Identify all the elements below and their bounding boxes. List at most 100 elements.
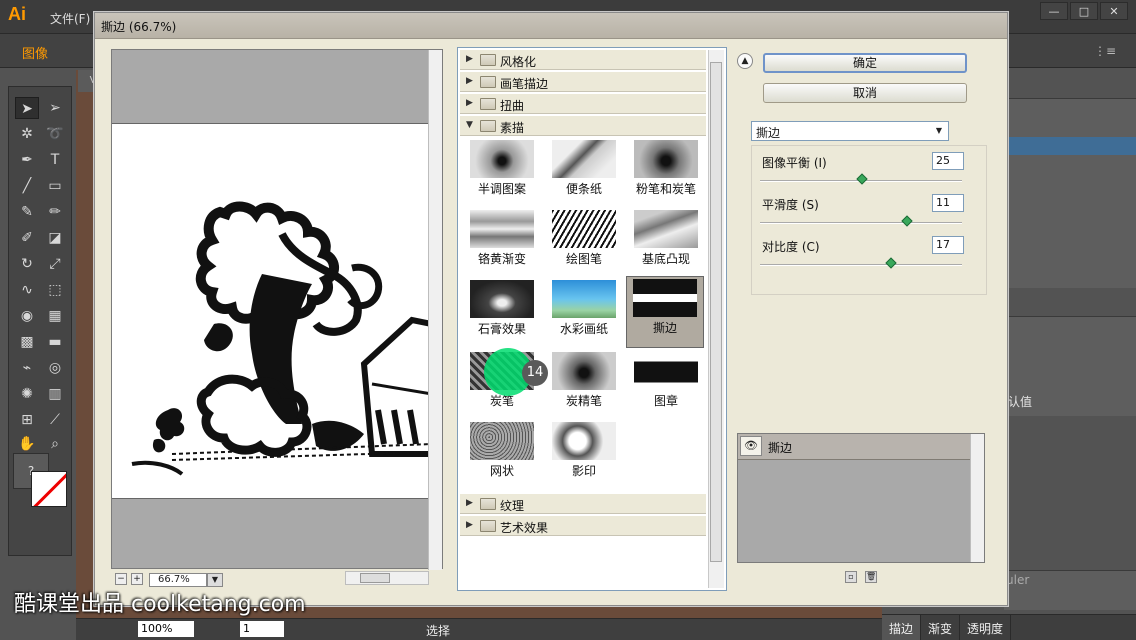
selection-tool-icon[interactable]: ➤ <box>15 97 39 119</box>
slice-tool-icon[interactable]: ⟋ <box>43 409 67 431</box>
scroll-thumb[interactable] <box>360 573 390 583</box>
filter-label: 网状 <box>489 464 514 478</box>
param-contrast-input[interactable]: 17 <box>932 236 964 254</box>
zoom-tool-icon[interactable]: ⌕ <box>43 433 67 455</box>
zoom-out-button[interactable]: − <box>115 573 127 585</box>
mesh-tool-icon[interactable]: ▩ <box>15 331 39 353</box>
rotate-tool-icon[interactable]: ↻ <box>15 253 39 275</box>
slider-knob[interactable] <box>856 173 868 185</box>
eyedropper-icon[interactable]: ⌁ <box>15 357 39 379</box>
gradient-tool-icon[interactable]: ▬ <box>43 331 67 353</box>
filter-label: 图章 <box>653 394 678 408</box>
symbol-sprayer-icon[interactable]: ✺ <box>15 383 39 405</box>
preview-vertical-scrollbar[interactable] <box>428 50 442 570</box>
zoom-in-button[interactable]: + <box>131 573 143 585</box>
delete-effect-layer-icon[interactable]: 🗑 <box>865 571 877 583</box>
filter-photocopy[interactable]: 影印 <box>546 420 618 486</box>
direct-selection-tool-icon[interactable]: ➢ <box>43 97 67 119</box>
zoom-dropdown-icon[interactable]: ▼ <box>207 573 223 587</box>
category-stylize[interactable]: ▶ 风格化 <box>460 50 706 70</box>
line-tool-icon[interactable]: ╱ <box>15 175 39 197</box>
control-bar-menu-icon[interactable]: ⋮≡ <box>1094 44 1116 58</box>
gallery-scrollbar[interactable] <box>708 50 724 588</box>
filter-conte-crayon[interactable]: 炭精笔 <box>546 350 618 416</box>
cancel-button[interactable]: 取消 <box>763 83 967 103</box>
filter-select-value: 撕边 <box>756 126 781 140</box>
pencil-icon[interactable]: ✏ <box>43 201 67 223</box>
category-label: 艺术效果 <box>500 521 549 535</box>
category-artistic[interactable]: ▶ 艺术效果 <box>460 516 706 536</box>
filter-thumbnail <box>552 422 616 460</box>
close-button[interactable]: ✕ <box>1100 2 1128 20</box>
param-smoothness-input[interactable]: 11 <box>932 194 964 212</box>
blob-brush-icon[interactable]: ✐ <box>15 227 39 249</box>
preview-image[interactable] <box>112 123 432 499</box>
type-tool-icon[interactable]: T <box>43 149 67 171</box>
new-effect-layer-icon[interactable]: ▫ <box>845 571 857 583</box>
category-texture[interactable]: ▶ 纹理 <box>460 494 706 514</box>
filter-select[interactable]: 撕边 ▼ <box>751 121 949 141</box>
filter-reticulation[interactable]: 网状 <box>464 420 536 486</box>
tab-stroke[interactable]: 描边 <box>882 615 922 640</box>
shape-builder-icon[interactable]: ◉ <box>15 305 39 327</box>
layers-scrollbar[interactable] <box>970 434 984 562</box>
filter-chalk-charcoal[interactable]: 粉笔和炭笔 <box>628 138 700 204</box>
panel-text-default: 认值 <box>1008 395 1033 409</box>
preview-horizontal-scrollbar[interactable] <box>345 571 429 585</box>
status-zoom-field[interactable]: 100% <box>138 621 194 637</box>
filter-halftone[interactable]: 半调图案 <box>464 138 536 204</box>
preview-pane[interactable] <box>111 49 443 570</box>
minimize-button[interactable]: — <box>1040 2 1068 20</box>
dialog-titlebar[interactable]: 撕边 (66.7%) <box>95 13 1007 39</box>
filter-graphic-pen[interactable]: 绘图笔 <box>546 208 618 274</box>
param-smoothness-slider[interactable] <box>760 215 962 227</box>
filter-chrome[interactable]: 铬黄渐变 <box>464 208 536 274</box>
collapse-gallery-icon[interactable]: ▲ <box>737 53 753 69</box>
perspective-grid-icon[interactable]: ▦ <box>43 305 67 327</box>
stroke-color-box[interactable] <box>31 471 67 507</box>
window-buttons: — □ ✕ <box>1040 2 1128 20</box>
param-image-balance-input[interactable]: 25 <box>932 152 964 170</box>
lasso-icon[interactable]: ➰ <box>43 123 67 145</box>
zoom-value-field[interactable]: 66.7% <box>149 573 207 587</box>
param-image-balance-slider[interactable] <box>760 173 962 185</box>
artboard-tool-icon[interactable]: ⊞ <box>15 409 39 431</box>
status-page-field[interactable]: 1 <box>240 621 284 637</box>
scale-tool-icon[interactable]: ⤢ <box>43 253 67 275</box>
slider-knob[interactable] <box>901 215 913 227</box>
rectangle-tool-icon[interactable]: ▭ <box>43 175 67 197</box>
ok-button[interactable]: 确定 <box>763 53 967 73</box>
category-distort[interactable]: ▶ 扭曲 <box>460 94 706 114</box>
hand-tool-icon[interactable]: ✋ <box>15 433 39 455</box>
tab-gradient[interactable]: 渐变 <box>921 615 961 640</box>
filter-torn-edges[interactable]: 撕边 <box>626 276 704 348</box>
menu-file[interactable]: 文件(F) <box>50 10 90 27</box>
category-brush-strokes[interactable]: ▶ 画笔描边 <box>460 72 706 92</box>
filter-plaster[interactable]: 石膏效果 <box>464 278 536 344</box>
tab-transparency[interactable]: 透明度 <box>960 615 1012 640</box>
expand-arrow-icon: ▶ <box>466 520 473 530</box>
filter-stamp[interactable]: 图章 <box>628 350 700 416</box>
slider-knob[interactable] <box>885 257 898 269</box>
free-transform-icon[interactable]: ⬚ <box>43 279 67 301</box>
pen-tool-icon[interactable]: ✒ <box>15 149 39 171</box>
category-sketch[interactable]: ▼ 素描 <box>460 116 706 136</box>
warp-tool-icon[interactable]: ∿ <box>15 279 39 301</box>
layer-row-selected[interactable] <box>1004 137 1136 155</box>
filter-bas-relief[interactable]: 基底凸现 <box>628 208 700 274</box>
param-contrast-slider[interactable] <box>760 257 962 269</box>
scroll-thumb[interactable] <box>710 62 722 562</box>
column-graph-icon[interactable]: ▥ <box>43 383 67 405</box>
magic-wand-icon[interactable]: ✲ <box>15 123 39 145</box>
zoom-control: − + 66.7% ▼ <box>115 573 227 587</box>
eye-icon[interactable]: 👁 <box>740 436 762 456</box>
filter-note-paper[interactable]: 便条纸 <box>546 138 618 204</box>
filter-water-paper[interactable]: 水彩画纸 <box>546 278 618 344</box>
blend-tool-icon[interactable]: ◎ <box>43 357 67 379</box>
filter-thumbnail <box>552 140 616 178</box>
maximize-button[interactable]: □ <box>1070 2 1098 20</box>
paintbrush-icon[interactable]: ✎ <box>15 201 39 223</box>
layers-panel <box>1004 98 1136 288</box>
eraser-icon[interactable]: ◪ <box>43 227 67 249</box>
effect-layer-row[interactable]: 👁 撕边 <box>738 434 970 460</box>
